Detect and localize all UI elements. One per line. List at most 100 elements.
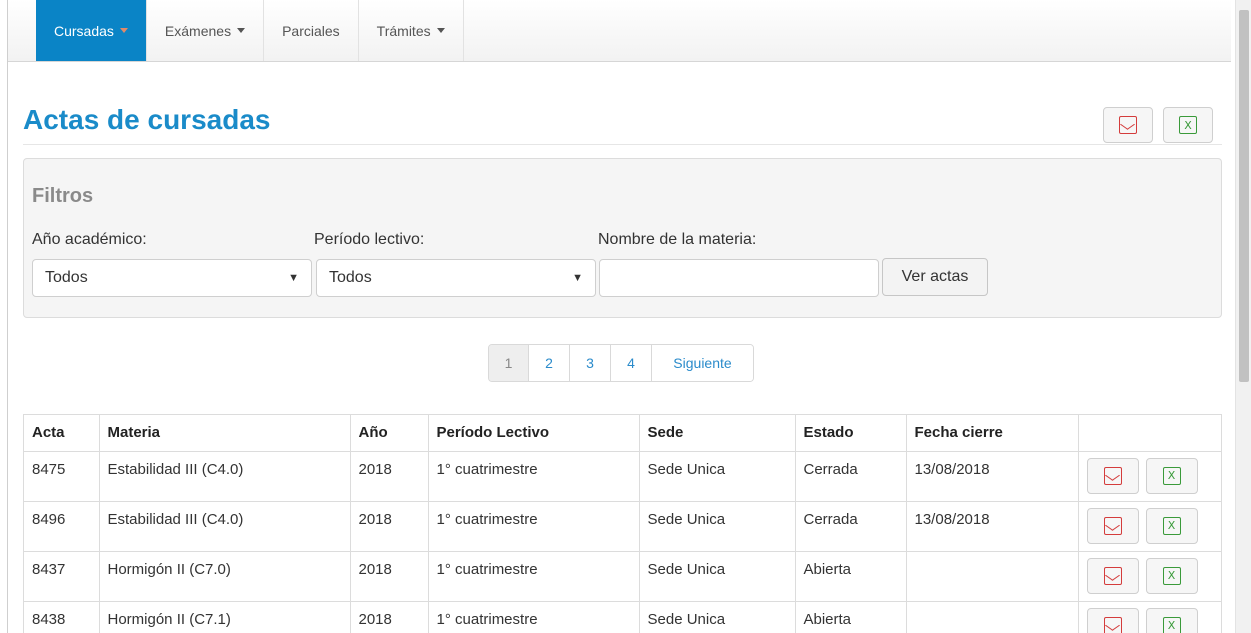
cell-materia: Estabilidad III (C4.0) [99, 451, 351, 502]
cell-materia: Hormigón II (C7.0) [99, 551, 351, 602]
cell-sede: Sede Unica [639, 601, 796, 633]
chevron-down-icon [237, 28, 246, 33]
excel-icon: X [1162, 466, 1181, 485]
cell-materia: Hormigón II (C7.1) [99, 601, 351, 633]
col-anio: Año [350, 415, 429, 452]
periodo-select[interactable]: Todos ▼ [316, 259, 596, 297]
page-3[interactable]: 3 [570, 345, 611, 381]
table-row: 8438 Hormigón II (C7.1) 2018 1° cuatrime… [24, 601, 1221, 633]
nav-examenes[interactable]: Exámenes [147, 0, 265, 61]
pdf-icon [1103, 616, 1122, 633]
col-estado: Estado [795, 415, 907, 452]
cell-estado: Abierta [795, 551, 907, 602]
cell-estado: Abierta [795, 601, 907, 633]
row-actions: X [1078, 501, 1221, 552]
select-arrow-icon: ▼ [572, 272, 583, 284]
cell-materia: Estabilidad III (C4.0) [99, 501, 351, 552]
ver-actas-button[interactable]: Ver actas [882, 258, 988, 296]
table-row: 8475 Estabilidad III (C4.0) 2018 1° cuat… [24, 451, 1221, 502]
pdf-icon [1103, 566, 1122, 585]
table-row: 8496 Estabilidad III (C4.0) 2018 1° cuat… [24, 501, 1221, 552]
cell-sede: Sede Unica [639, 501, 796, 552]
col-fecha: Fecha cierre [906, 415, 1079, 452]
pdf-icon [1119, 116, 1137, 134]
cell-anio: 2018 [350, 551, 429, 602]
nav-parciales-label: Parciales [282, 22, 340, 39]
cell-fecha [906, 551, 1079, 602]
row-pdf-button[interactable] [1086, 607, 1139, 633]
cell-anio: 2018 [350, 601, 429, 633]
row-actions: X [1078, 551, 1221, 602]
cell-fecha [906, 601, 1079, 633]
export-excel-button[interactable]: X [1163, 107, 1213, 143]
export-pdf-button[interactable] [1103, 107, 1153, 143]
top-navbar: Cursadas Exámenes Parciales Trámites [8, 0, 1231, 62]
cell-anio: 2018 [350, 501, 429, 552]
cell-periodo: 1° cuatrimestre [428, 601, 640, 633]
row-pdf-button[interactable] [1086, 557, 1139, 594]
periodo-label: Período lectivo: [314, 231, 425, 248]
nav-tramites[interactable]: Trámites [359, 0, 464, 61]
page-1[interactable]: 1 [489, 345, 529, 381]
cell-acta: 8496 [24, 501, 100, 552]
col-periodo: Período Lectivo [428, 415, 640, 452]
cell-anio: 2018 [350, 451, 429, 502]
periodo-select-value: Todos [329, 269, 372, 286]
anio-select-value: Todos [45, 269, 88, 286]
col-actions [1078, 415, 1221, 452]
excel-icon: X [1162, 516, 1181, 535]
cell-acta: 8437 [24, 551, 100, 602]
cell-fecha: 13/08/2018 [906, 451, 1079, 502]
anio-select[interactable]: Todos ▼ [32, 259, 312, 297]
col-sede: Sede [639, 415, 796, 452]
excel-icon: X [1162, 616, 1181, 633]
table-header-row: Acta Materia Año Período Lectivo Sede Es… [24, 415, 1221, 452]
nav-examenes-label: Exámenes [164, 22, 232, 39]
cell-periodo: 1° cuatrimestre [428, 451, 640, 502]
title-divider [23, 144, 1222, 145]
anio-label: Año académico: [32, 231, 147, 248]
page-frame-rule [7, 0, 8, 633]
chevron-down-icon [119, 28, 128, 33]
next-page[interactable]: Siguiente [652, 345, 753, 381]
cell-acta: 8438 [24, 601, 100, 633]
row-excel-button[interactable]: X [1145, 507, 1198, 544]
filters-panel: Filtros Año académico: Todos ▼ Período l… [23, 158, 1222, 318]
page-title: Actas de cursadas [23, 104, 271, 135]
nav-cursadas-label: Cursadas [54, 22, 114, 39]
page-2[interactable]: 2 [529, 345, 570, 381]
scrollbar-thumb[interactable] [1239, 10, 1249, 382]
cell-sede: Sede Unica [639, 451, 796, 502]
excel-icon: X [1162, 566, 1181, 585]
materia-label: Nombre de la materia: [598, 231, 757, 248]
row-actions: X [1078, 451, 1221, 502]
cell-fecha: 13/08/2018 [906, 501, 1079, 552]
cell-estado: Cerrada [795, 451, 907, 502]
materia-input[interactable] [599, 259, 879, 297]
cell-periodo: 1° cuatrimestre [428, 551, 640, 602]
nav-tramites-label: Trámites [376, 22, 431, 39]
row-actions: X [1078, 601, 1221, 633]
row-excel-button[interactable]: X [1145, 457, 1198, 494]
vertical-scrollbar[interactable] [1235, 0, 1251, 633]
nav-parciales[interactable]: Parciales [264, 0, 359, 61]
filters-title: Filtros [32, 185, 94, 207]
col-materia: Materia [99, 415, 351, 452]
pagination: 1 2 3 4 Siguiente [488, 344, 754, 382]
cell-acta: 8475 [24, 451, 100, 502]
select-arrow-icon: ▼ [288, 272, 299, 284]
excel-icon: X [1179, 116, 1197, 134]
pdf-icon [1103, 516, 1122, 535]
nav-cursadas[interactable]: Cursadas [36, 0, 147, 61]
actas-table: Acta Materia Año Período Lectivo Sede Es… [23, 414, 1222, 633]
cell-sede: Sede Unica [639, 551, 796, 602]
row-excel-button[interactable]: X [1145, 607, 1198, 633]
row-pdf-button[interactable] [1086, 457, 1139, 494]
cell-estado: Cerrada [795, 501, 907, 552]
row-pdf-button[interactable] [1086, 507, 1139, 544]
chevron-down-icon [436, 28, 445, 33]
row-excel-button[interactable]: X [1145, 557, 1198, 594]
pdf-icon [1103, 466, 1122, 485]
page-4[interactable]: 4 [611, 345, 652, 381]
table-row: 8437 Hormigón II (C7.0) 2018 1° cuatrime… [24, 551, 1221, 602]
